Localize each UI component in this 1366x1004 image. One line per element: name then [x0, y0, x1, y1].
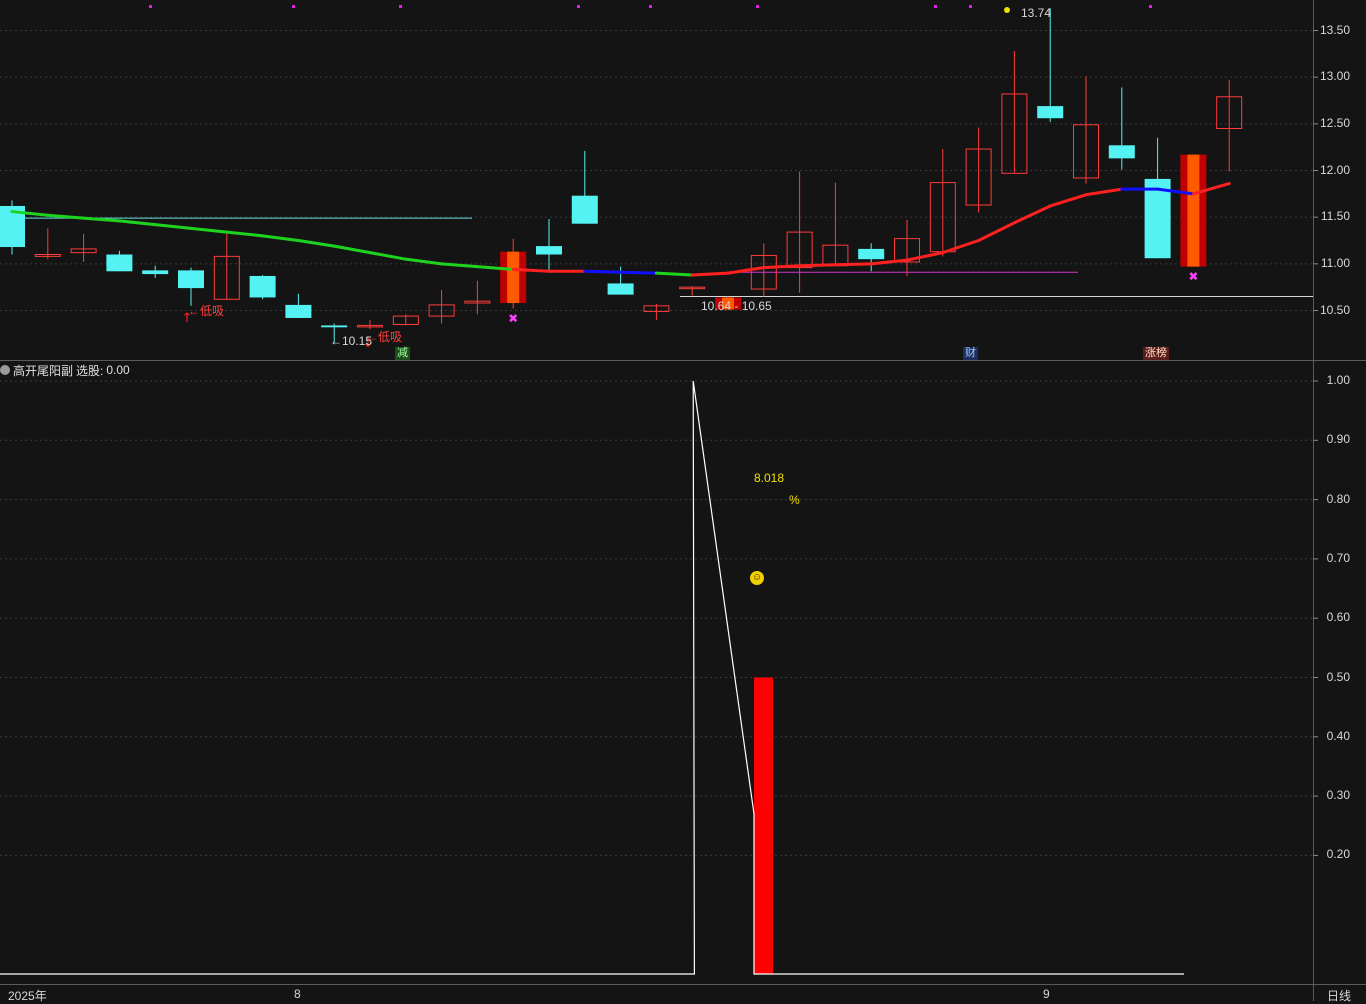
moving-average-segment: [690, 271, 730, 277]
candle-body: [178, 270, 204, 289]
moving-average-segment: [368, 251, 408, 261]
smiley-icon: ☺: [750, 571, 764, 585]
cross-marker-icon: ✖: [508, 312, 518, 326]
moving-average-segment: [977, 221, 1016, 242]
candle-body: [858, 248, 885, 260]
date-year: 2025年: [8, 989, 47, 1003]
percent-value: 8.018: [754, 471, 785, 485]
top-marker-dot: [1149, 5, 1152, 8]
price-tick-label: 11.50: [1320, 209, 1350, 224]
moving-average-segment: [153, 223, 193, 230]
moving-average-segment: [869, 258, 909, 266]
select-label: 选股:: [76, 363, 104, 378]
top-marker-dot: [969, 5, 972, 8]
percent-sign: %: [789, 493, 800, 507]
date-month: 9: [1043, 987, 1050, 1001]
candle-body: [249, 275, 276, 298]
top-marker-dot: [649, 5, 652, 8]
indicator-name: 高开尾阳副: [13, 363, 74, 378]
high-price-label: 13.74: [1021, 6, 1052, 20]
moving-average-segment: [332, 244, 372, 255]
candle-body: [571, 195, 598, 224]
indicator-tick-label: 0.90: [1326, 432, 1350, 447]
indicator-tick-label: 1.00: [1326, 373, 1350, 387]
moving-average-segment: [941, 239, 981, 255]
moving-average-segment: [225, 230, 265, 238]
indicator-tick-label: 0.50: [1326, 669, 1350, 684]
price-tick-label: 13.00: [1319, 69, 1350, 84]
moving-average-segment: [440, 262, 479, 269]
moving-average-segment: [619, 270, 658, 275]
top-marker-dot: [577, 5, 580, 8]
candle-body-highlight: [1187, 154, 1200, 267]
moving-average-segment: [583, 269, 623, 274]
moving-average-segment: [1084, 187, 1124, 197]
moving-average-segment: [117, 219, 157, 227]
buy-signal-label: ←低吸: [188, 304, 225, 318]
period-label[interactable]: 日线: [1327, 987, 1351, 1004]
indicator-tick-label: 0.60: [1326, 610, 1350, 625]
chart-canvas: ✖✖↑↓: [0, 0, 1366, 1001]
candle-body: [321, 325, 348, 328]
range-label: 10.64 - 10.65: [701, 299, 772, 313]
indicator-title[interactable]: 高开尾阳副 选股: 0.00: [0, 362, 130, 378]
moving-average-segment: [762, 264, 802, 270]
moving-average-segment: [654, 271, 694, 277]
candle-body: [607, 283, 634, 295]
indicator-tick-label: 0.40: [1326, 728, 1350, 743]
candle-body: [106, 254, 133, 272]
top-marker-dot: [292, 5, 295, 8]
select-value: 0.00: [106, 363, 130, 377]
indicator-tick-label: 0.20: [1326, 847, 1350, 862]
collapse-icon[interactable]: [0, 365, 10, 375]
cross-marker-icon: ✖: [1188, 270, 1198, 284]
moving-average-segment: [189, 226, 229, 234]
candle-body: [1108, 145, 1135, 159]
price-tick-label: 11.00: [1320, 255, 1350, 270]
reduce-badge[interactable]: 减: [395, 347, 410, 360]
price-tick-label: 13.50: [1319, 22, 1350, 37]
top-marker-dot: [934, 5, 937, 8]
candle-body: [142, 270, 169, 275]
moving-average-segment: [511, 267, 551, 273]
price-tick-label: 10.50: [1319, 302, 1350, 317]
candle-body: [1037, 106, 1064, 119]
top-marker-dot: [756, 5, 759, 8]
indicator-tick-label: 0.70: [1326, 550, 1350, 565]
price-tick-label: 12.00: [1319, 162, 1350, 177]
moving-average-segment: [905, 251, 945, 262]
moving-average-segment: [404, 257, 444, 266]
indicator-tick-label: 0.30: [1326, 788, 1350, 803]
moving-average-segment: [1012, 204, 1052, 225]
buy-signal-label: ←低吸: [366, 330, 403, 344]
date-month: 8: [294, 987, 301, 1001]
finance-badge[interactable]: 财: [963, 347, 978, 360]
indicator-tick-label: 0.80: [1326, 491, 1350, 506]
candle-body: [285, 304, 312, 318]
moving-average-segment: [798, 263, 837, 268]
candle-body-highlight: [507, 251, 520, 304]
moving-average-segment: [261, 234, 300, 242]
moving-average-segment: [1048, 193, 1088, 208]
top-marker-dot: [149, 5, 152, 8]
top-marker-dot: [399, 5, 402, 8]
moving-average-segment: [296, 239, 336, 248]
moving-average-segment: [833, 262, 873, 267]
high-marker-icon: [1004, 7, 1010, 13]
limit-list-badge[interactable]: 涨榜: [1143, 347, 1169, 360]
price-tick-label: 12.50: [1319, 115, 1350, 130]
candle-body: [536, 246, 562, 255]
indicator-bar: [754, 677, 773, 974]
